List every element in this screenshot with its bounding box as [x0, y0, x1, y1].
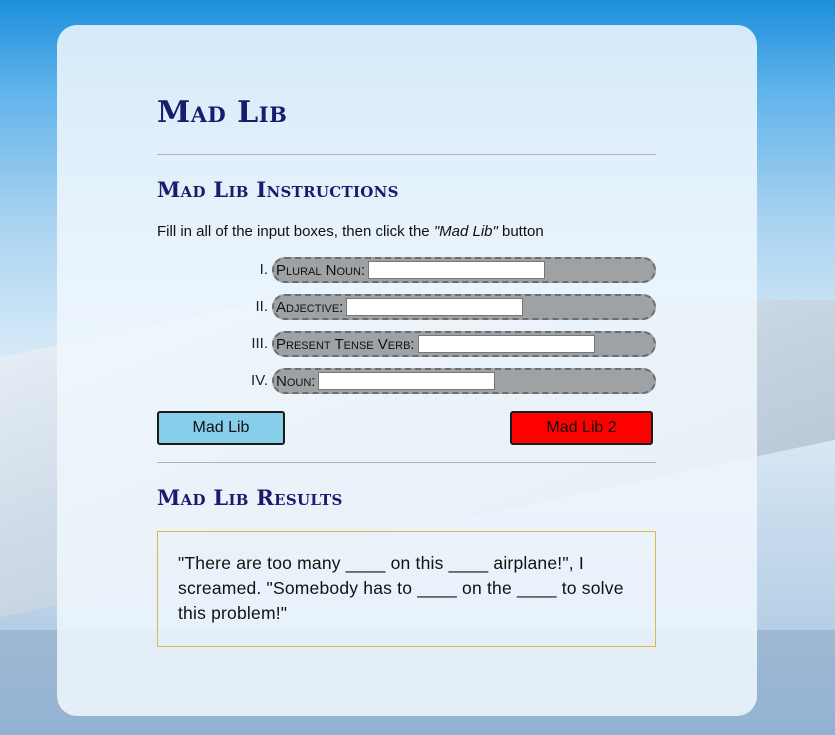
plural-noun-input[interactable]: [368, 261, 546, 279]
divider: [157, 462, 656, 463]
main-card: Mad Lib Mad Lib Instructions Fill in all…: [57, 25, 757, 716]
page-title: Mad Lib: [157, 95, 288, 130]
field-number: II.: [255, 298, 268, 315]
field-row-adjective: II. Adjective:: [157, 294, 656, 320]
field-label: Present Tense Verb:: [276, 335, 415, 353]
instructions-suffix: button: [497, 223, 544, 240]
instructions-text: Fill in all of the input boxes, then cli…: [157, 223, 544, 240]
field-row-plural-noun: I. Plural Noun:: [157, 257, 656, 283]
field-row-noun: IV. Noun:: [157, 368, 656, 394]
results-heading: Mad Lib Results: [157, 485, 343, 510]
field-pill: Present Tense Verb:: [272, 331, 656, 357]
noun-input[interactable]: [318, 372, 496, 390]
field-pill: Noun:: [272, 368, 656, 394]
instructions-heading: Mad Lib Instructions: [157, 177, 399, 202]
instructions-prefix: Fill in all of the input boxes, then cli…: [157, 223, 434, 240]
present-tense-verb-input[interactable]: [417, 335, 595, 353]
mad-lib-button[interactable]: Mad Lib: [157, 411, 285, 445]
divider: [157, 154, 656, 155]
field-number: IV.: [251, 372, 268, 389]
adjective-input[interactable]: [346, 298, 524, 316]
field-row-present-tense-verb: III. Present Tense Verb:: [157, 331, 656, 357]
field-pill: Plural Noun:: [272, 257, 656, 283]
results-box: "There are too many ____ on this ____ ai…: [157, 531, 656, 647]
field-pill: Adjective:: [272, 294, 656, 320]
results-text: "There are too many ____ on this ____ ai…: [178, 553, 624, 623]
field-label: Noun:: [276, 372, 316, 390]
mad-lib-2-button[interactable]: Mad Lib 2: [510, 411, 653, 445]
field-number: I.: [259, 261, 268, 278]
field-label: Adjective:: [276, 298, 344, 316]
instructions-emphasis: "Mad Lib": [433, 223, 498, 240]
field-number: III.: [251, 335, 268, 352]
field-label: Plural Noun:: [276, 261, 366, 279]
